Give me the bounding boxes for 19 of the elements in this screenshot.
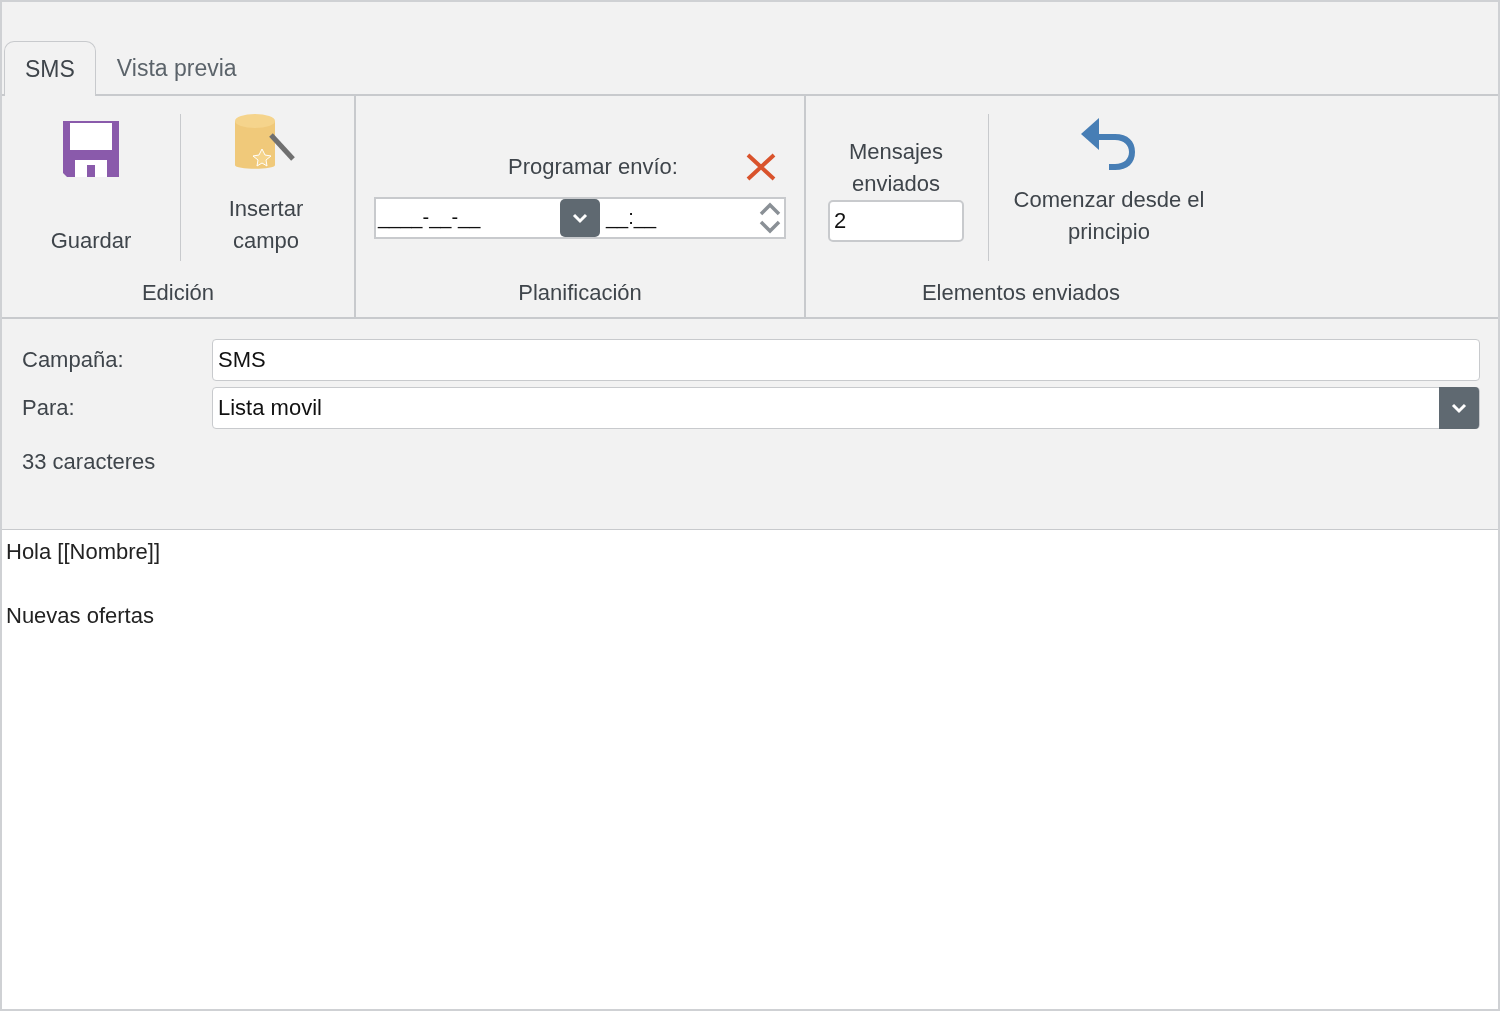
save-button[interactable]: Guardar: [2, 111, 180, 258]
group-label: Edición: [140, 279, 216, 307]
recipient-dropdown[interactable]: Lista movil: [212, 387, 1480, 429]
clear-icon[interactable]: [746, 152, 776, 181]
dropdown-button[interactable]: [1439, 387, 1479, 429]
group-label: Elementos enviados: [920, 279, 1122, 307]
tab[interactable]: SMS: [4, 41, 96, 96]
group-label: Planificación: [517, 279, 643, 307]
character-count: 33 caracteres: [22, 449, 157, 475]
message-editor[interactable]: Hola [[Nombre]] Nuevas ofertas: [2, 529, 1498, 1009]
tab[interactable]: Vista previa: [95, 42, 258, 94]
insert-button[interactable]: Insertar campo: [181, 111, 351, 258]
field-label: Para:: [22, 395, 76, 421]
field-label: Campaña:: [22, 347, 125, 373]
campaign-field[interactable]: SMS: [212, 339, 1480, 381]
counter-label: Mensajes enviados: [847, 137, 945, 198]
schedule-label: Programar envío:: [508, 153, 678, 180]
sent-count-field[interactable]: 2: [828, 199, 964, 242]
restart-button[interactable]: Comenzar desde el principio: [989, 114, 1229, 249]
